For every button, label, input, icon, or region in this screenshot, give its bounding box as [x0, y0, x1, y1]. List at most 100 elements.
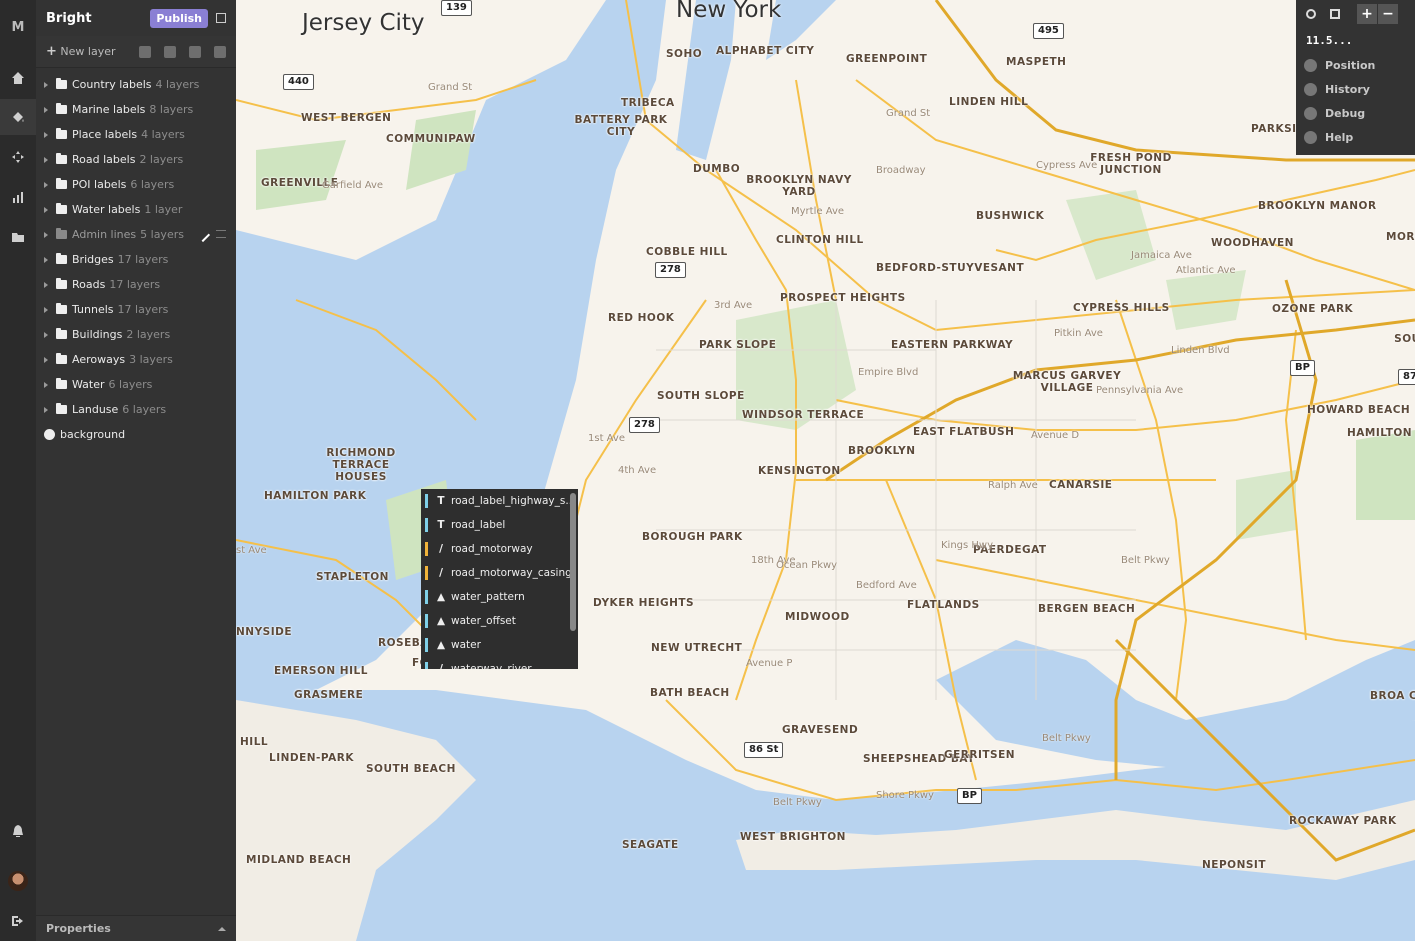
tool-position[interactable]: Position — [1296, 53, 1415, 77]
place-label: BOROUGH PARK — [642, 531, 743, 543]
layer-group-tunnels[interactable]: Tunnels 17 layers — [36, 297, 236, 322]
caret-up-icon — [218, 926, 226, 931]
layer-group-aeroways[interactable]: Aeroways 3 layers — [36, 347, 236, 372]
properties-label: Properties — [46, 922, 111, 935]
layer-group-place-labels[interactable]: Place labels 4 layers — [36, 122, 236, 147]
layer-group-roads[interactable]: Roads 17 layers — [36, 272, 236, 297]
tool-help[interactable]: Help — [1296, 125, 1415, 149]
layer-group-marine-labels[interactable]: Marine labels 8 layers — [36, 97, 236, 122]
feature-popup[interactable]: Troad_label_highway_s... Troad_label / road… — [421, 489, 578, 669]
home-icon[interactable] — [0, 60, 36, 96]
caret-right-icon[interactable] — [44, 356, 48, 363]
place-label: CANARSIE — [1049, 479, 1113, 491]
popup-layer-item[interactable]: / road_motorway_casing — [421, 561, 578, 585]
caret-right-icon[interactable] — [44, 81, 48, 88]
zoom-out-button[interactable]: − — [1378, 4, 1398, 24]
data-icon[interactable] — [0, 139, 36, 175]
popup-layer-item[interactable]: / waterway_river — [421, 657, 578, 669]
place-label: CLINTON HILL — [776, 234, 864, 246]
caret-right-icon[interactable] — [44, 181, 48, 188]
external-link-icon[interactable] — [216, 13, 226, 23]
caret-right-icon[interactable] — [44, 131, 48, 138]
place-label: NNYSIDE — [236, 626, 293, 638]
trash-icon[interactable] — [214, 45, 226, 58]
layer-group-road-labels[interactable]: Road labels 2 layers — [36, 147, 236, 172]
street-label: Grand St — [428, 82, 473, 93]
search-icon[interactable] — [1306, 9, 1316, 19]
street-label: Belt Pkwy — [1121, 555, 1170, 566]
avatar[interactable] — [0, 863, 36, 899]
zoom-level: 11.5... — [1306, 34, 1353, 47]
caret-right-icon[interactable] — [44, 106, 48, 113]
paint-bucket-icon[interactable] — [0, 99, 36, 135]
properties-bar[interactable]: Properties — [36, 915, 236, 941]
app-logo[interactable]: M — [0, 9, 36, 45]
place-label: DUMBO — [693, 163, 741, 175]
layer-group-landuse[interactable]: Landuse 6 layers — [36, 397, 236, 422]
popup-scrollbar[interactable] — [570, 493, 576, 631]
popup-layer-item[interactable]: ▲ water_offset — [421, 609, 578, 633]
new-layer-button[interactable]: + New layer — [46, 44, 126, 59]
layer-group-admin-lines[interactable]: Admin lines 5 layers — [36, 222, 236, 247]
street-label: 1st Ave — [588, 433, 625, 444]
stats-icon[interactable] — [0, 179, 36, 215]
caret-right-icon[interactable] — [44, 156, 48, 163]
background-layer[interactable]: background — [36, 422, 236, 447]
caret-right-icon[interactable] — [44, 406, 48, 413]
caret-right-icon[interactable] — [44, 256, 48, 263]
folder-icon — [56, 153, 67, 164]
group-folder-icon[interactable] — [164, 45, 176, 58]
popup-layer-item[interactable]: ▲ water — [421, 633, 578, 657]
place-label: ROCKAWAY PARK — [1289, 815, 1397, 827]
street-label: Bedford Ave — [856, 580, 917, 591]
layer-name: water_offset — [451, 615, 516, 627]
place-label: WEST BRIGHTON — [740, 831, 846, 843]
drag-handle-icon[interactable] — [216, 230, 226, 238]
caret-right-icon[interactable] — [44, 381, 48, 388]
publish-button[interactable]: Publish — [150, 8, 208, 28]
place-label: ALPHABET CITY — [716, 45, 815, 57]
layer-group-poi-labels[interactable]: POI labels 6 layers — [36, 172, 236, 197]
zoom-in-button[interactable]: + — [1357, 4, 1377, 24]
layer-group-buildings[interactable]: Buildings 2 layers — [36, 322, 236, 347]
popup-layer-item[interactable]: / road_motorway — [421, 537, 578, 561]
fullscreen-icon[interactable] — [1330, 9, 1340, 19]
layer-group-water[interactable]: Water 6 layers — [36, 372, 236, 397]
duplicate-icon[interactable] — [139, 45, 151, 58]
group-count: 2 layers — [139, 153, 184, 166]
pencil-icon[interactable] — [195, 227, 211, 243]
group-count: 4 layers — [155, 78, 200, 91]
hide-icon[interactable] — [189, 45, 201, 58]
folder-icon[interactable] — [0, 219, 36, 255]
layer-color-bar — [425, 638, 428, 652]
place-label: LINDEN-PARK — [269, 752, 354, 764]
group-name: Water — [72, 378, 105, 391]
folder-icon — [56, 278, 67, 289]
popup-layer-item[interactable]: Troad_label_highway_s... — [421, 489, 578, 513]
tool-debug[interactable]: Debug — [1296, 101, 1415, 125]
caret-right-icon[interactable] — [44, 306, 48, 313]
caret-right-icon[interactable] — [44, 231, 48, 238]
street-label: Empire Blvd — [858, 367, 919, 378]
bell-icon[interactable] — [0, 813, 36, 849]
group-count: 4 layers — [141, 128, 185, 141]
map-canvas[interactable]: SOHO ALPHABET CITY GREENPOINT MASPETH TRIBEC… — [236, 0, 1415, 941]
style-name[interactable]: Bright — [46, 11, 150, 26]
street-label: Cypress Ave — [1036, 160, 1098, 171]
layer-group-bridges[interactable]: Bridges 17 layers — [36, 247, 236, 272]
caret-right-icon[interactable] — [44, 281, 48, 288]
popup-layer-item[interactable]: ▲ water_pattern — [421, 585, 578, 609]
group-count: 17 layers — [109, 278, 161, 291]
street-label: Belt Pkwy — [1042, 733, 1091, 744]
caret-right-icon[interactable] — [44, 331, 48, 338]
place-label: BROOKLYN — [848, 445, 916, 457]
layer-name: water_pattern — [451, 591, 525, 603]
popup-layer-item[interactable]: Troad_label — [421, 513, 578, 537]
logout-icon[interactable] — [0, 903, 36, 939]
layer-group-country-labels[interactable]: Country labels 4 layers — [36, 72, 236, 97]
tool-history[interactable]: History — [1296, 77, 1415, 101]
layer-group-water-labels[interactable]: Water labels 1 layer — [36, 197, 236, 222]
place-label: MASPETH — [1006, 56, 1067, 68]
place-label: MORR — [1386, 231, 1415, 243]
caret-right-icon[interactable] — [44, 206, 48, 213]
